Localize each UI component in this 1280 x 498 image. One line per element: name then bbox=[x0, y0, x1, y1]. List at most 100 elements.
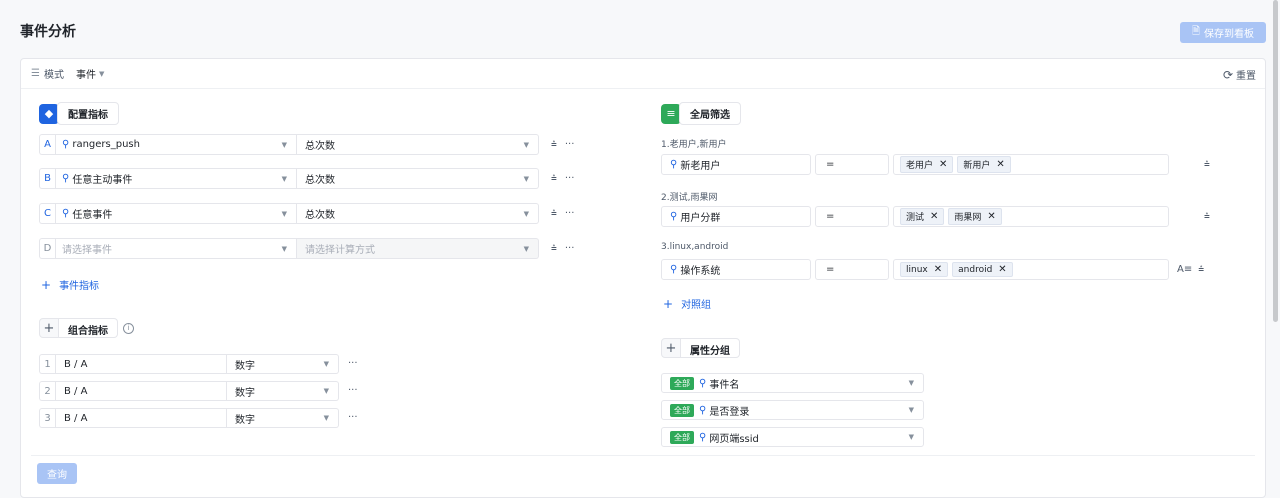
event-name: 请选择事件 bbox=[62, 245, 112, 256]
filter-operator-select[interactable]: = bbox=[815, 259, 889, 280]
plus-icon: + bbox=[663, 296, 674, 311]
scope-badge: 全部 bbox=[670, 403, 694, 417]
filter-add-icon[interactable]: ⩮ bbox=[551, 139, 557, 150]
combo-index: 3 bbox=[39, 408, 55, 428]
analysis-card: ☰ 模式 事件 ▼ ⟳ 重置 ◆ 配置指标 A ⚲ rangers_push ▼… bbox=[20, 58, 1266, 498]
metric-letter: C bbox=[39, 203, 55, 224]
grouping-title: 属性分组 bbox=[681, 338, 740, 358]
save-icon: 🗎 bbox=[1191, 26, 1201, 37]
metric-row: D 请选择事件 ▼ 请选择计算方式 ▼ bbox=[39, 238, 539, 259]
filter-operator-select[interactable]: = bbox=[815, 154, 889, 175]
group-by-select[interactable]: 全部 ⚲ 是否登录 ▼ bbox=[661, 400, 924, 420]
filter-add-icon[interactable]: ⩮ bbox=[551, 173, 557, 184]
combo-type-select[interactable]: 数字 ▼ bbox=[227, 381, 339, 401]
caret-down-icon: ▼ bbox=[523, 244, 529, 253]
add-group-icon[interactable]: + bbox=[661, 338, 681, 358]
filter-add-icon[interactable]: ⩮ bbox=[1204, 211, 1210, 222]
caret-down-icon: ▼ bbox=[281, 209, 287, 218]
more-icon[interactable]: ··· bbox=[565, 243, 575, 254]
combo-row: 1 B / A 数字 ▼ bbox=[39, 354, 339, 374]
calc-method-select[interactable]: 总次数 ▼ bbox=[297, 134, 539, 155]
text-format-icon[interactable]: A≡ bbox=[1177, 264, 1192, 275]
combo-expression-input[interactable]: B / A bbox=[55, 354, 227, 374]
event-select[interactable]: ⚲ 任意主动事件 ▼ bbox=[55, 168, 297, 189]
reset-button[interactable]: ⟳ 重置 bbox=[1223, 67, 1256, 83]
metric-row-tools: ⩮ ··· bbox=[551, 173, 574, 184]
add-event-metric-button[interactable]: + 事件指标 bbox=[41, 277, 99, 293]
combo-index: 1 bbox=[39, 354, 55, 374]
search-icon: ⚲ bbox=[670, 211, 678, 222]
event-select[interactable]: 请选择事件 ▼ bbox=[55, 238, 297, 259]
filters-title: 全局筛选 bbox=[679, 102, 741, 125]
divider bbox=[31, 455, 1255, 456]
mode-select[interactable]: 事件 bbox=[76, 66, 96, 81]
caret-down-icon[interactable]: ▼ bbox=[99, 70, 104, 78]
mode-label: 模式 bbox=[43, 70, 64, 81]
caret-down-icon: ▼ bbox=[523, 174, 529, 183]
more-icon[interactable]: ··· bbox=[348, 385, 358, 396]
more-icon[interactable]: ··· bbox=[348, 412, 358, 423]
filter-property-select[interactable]: ⚲ 操作系统 bbox=[661, 259, 811, 280]
event-select[interactable]: ⚲ 任意事件 ▼ bbox=[55, 203, 297, 224]
combo-type: 数字 bbox=[235, 387, 255, 399]
close-icon[interactable]: ✕ bbox=[930, 211, 938, 222]
group-property: 网页端ssid bbox=[709, 433, 759, 445]
close-icon[interactable]: ✕ bbox=[934, 264, 942, 275]
close-icon[interactable]: ✕ bbox=[987, 211, 995, 222]
calc-method-select[interactable]: 总次数 ▼ bbox=[297, 203, 539, 224]
combo-expression-input[interactable]: B / A bbox=[55, 408, 227, 428]
info-icon[interactable]: i bbox=[123, 322, 134, 334]
more-icon[interactable]: ··· bbox=[565, 173, 575, 184]
calc-method-select[interactable]: 请选择计算方式 ▼ bbox=[297, 238, 539, 259]
search-icon: ⚲ bbox=[62, 173, 70, 184]
search-icon: ⚲ bbox=[62, 208, 70, 219]
add-combo-icon[interactable]: + bbox=[39, 318, 59, 338]
filter-group-label: 2.测试,雨果网 bbox=[661, 193, 718, 203]
metric-row-tools: ⩮ ··· bbox=[551, 243, 574, 254]
add-comparison-group-button[interactable]: + 对照组 bbox=[663, 296, 711, 312]
filter-values-input[interactable]: 测试 ✕ 雨果网 ✕ bbox=[893, 206, 1169, 227]
group-by-select[interactable]: 全部 ⚲ 网页端ssid ▼ bbox=[661, 427, 924, 447]
grouping-section-header: + 属性分组 bbox=[661, 338, 740, 358]
caret-down-icon: ▼ bbox=[281, 174, 287, 183]
tag-label: 测试 bbox=[906, 213, 925, 223]
save-to-dashboard-button[interactable]: 🗎 保存到看板 bbox=[1180, 22, 1266, 43]
calc-method-select[interactable]: 总次数 ▼ bbox=[297, 168, 539, 189]
filter-add-icon[interactable]: ⩮ bbox=[1204, 159, 1210, 170]
scrollbar[interactable] bbox=[1273, 0, 1278, 322]
query-button[interactable]: 查询 bbox=[37, 463, 77, 484]
filters-section-header: ≡ 全局筛选 bbox=[661, 102, 741, 125]
calc-method: 总次数 bbox=[305, 175, 335, 186]
group-by-select[interactable]: 全部 ⚲ 事件名 ▼ bbox=[661, 373, 924, 393]
combo-expression-input[interactable]: B / A bbox=[55, 381, 227, 401]
filter-add-icon[interactable]: ⩮ bbox=[1198, 264, 1204, 275]
filter-row: ⚲ 新老用户 = 老用户 ✕ 新用户 ✕ bbox=[661, 154, 1169, 175]
filter-operator-select[interactable]: = bbox=[815, 206, 889, 227]
close-icon[interactable]: ✕ bbox=[996, 159, 1004, 170]
filter-value-tag: 测试 ✕ bbox=[900, 208, 945, 225]
tag-label: 老用户 bbox=[906, 161, 934, 171]
filter-property: 新老用户 bbox=[680, 161, 721, 172]
filter-value-tag: android ✕ bbox=[952, 262, 1013, 277]
combo-type-select[interactable]: 数字 ▼ bbox=[227, 354, 339, 374]
filter-property-select[interactable]: ⚲ 新老用户 bbox=[661, 154, 811, 175]
close-icon[interactable]: ✕ bbox=[998, 264, 1006, 275]
more-icon[interactable]: ··· bbox=[348, 358, 358, 369]
filter-values-input[interactable]: 老用户 ✕ 新用户 ✕ bbox=[893, 154, 1169, 175]
more-icon[interactable]: ··· bbox=[565, 139, 575, 150]
tag-label: linux bbox=[906, 264, 928, 275]
caret-down-icon: ▼ bbox=[908, 406, 914, 414]
filter-row-tools: A≡ ⩮ bbox=[1177, 264, 1204, 275]
more-icon[interactable]: ··· bbox=[565, 208, 575, 219]
group-property: 是否登录 bbox=[709, 406, 750, 418]
event-select[interactable]: ⚲ rangers_push ▼ bbox=[55, 134, 297, 155]
close-icon[interactable]: ✕ bbox=[939, 159, 947, 170]
list-icon: ☰ bbox=[31, 68, 40, 79]
combo-type-select[interactable]: 数字 ▼ bbox=[227, 408, 339, 428]
filter-row: ⚲ 操作系统 = linux ✕ android ✕ bbox=[661, 259, 1169, 280]
metric-row-tools: ⩮ ··· bbox=[551, 139, 574, 150]
filter-add-icon[interactable]: ⩮ bbox=[551, 243, 557, 254]
filter-property-select[interactable]: ⚲ 用户分群 bbox=[661, 206, 811, 227]
filter-add-icon[interactable]: ⩮ bbox=[551, 208, 557, 219]
filter-values-input[interactable]: linux ✕ android ✕ bbox=[893, 259, 1169, 280]
